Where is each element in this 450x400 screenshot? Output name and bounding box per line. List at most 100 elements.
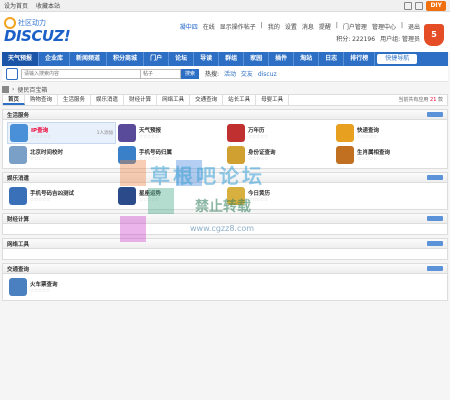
app-name[interactable]: 北京时间校时 bbox=[30, 148, 63, 156]
nav-item[interactable]: 新闻频道 bbox=[70, 52, 108, 66]
app-count-prefix: 当前共有应用 bbox=[398, 97, 429, 103]
hot-link[interactable]: discuz bbox=[258, 71, 277, 78]
app-name[interactable]: 手机号码归属 bbox=[139, 148, 172, 156]
nav-item[interactable]: 淘站 bbox=[294, 52, 320, 66]
more-icon[interactable] bbox=[427, 216, 443, 221]
empty-section bbox=[3, 249, 447, 259]
app-name[interactable]: 火车票查询 bbox=[30, 280, 58, 288]
breadcrumb-current[interactable]: 便民百宝箱 bbox=[17, 85, 47, 94]
app-text: 星座运势 ☆☆☆☆☆ bbox=[139, 189, 161, 203]
minimize-icon[interactable] bbox=[404, 1, 413, 10]
app-icon[interactable] bbox=[118, 146, 136, 164]
category-tab[interactable]: 生活服务 bbox=[58, 95, 92, 105]
quick-nav-button[interactable]: 快捷导航 bbox=[377, 54, 418, 64]
nav-item[interactable]: 企业库 bbox=[39, 52, 71, 66]
app-icon[interactable] bbox=[227, 146, 245, 164]
logo[interactable]: 社区动力 DISCUZ! bbox=[4, 17, 71, 48]
hot-link[interactable]: 活动 bbox=[224, 71, 236, 78]
app-item[interactable]: 天气预报 ☆☆☆☆☆ bbox=[116, 122, 225, 144]
logout-link[interactable]: 退出 bbox=[408, 22, 420, 31]
app-item[interactable]: 今日黄历 ☆☆☆☆☆ bbox=[225, 185, 334, 207]
app-name[interactable]: 快递查询 bbox=[357, 126, 379, 134]
app-icon[interactable] bbox=[10, 124, 28, 142]
app-text: 快递查询 ☆☆☆☆☆ bbox=[357, 126, 379, 140]
nav-item[interactable]: 导读 bbox=[194, 52, 220, 66]
app-item[interactable]: 星座运势 ☆☆☆☆☆ bbox=[116, 185, 225, 207]
user-group[interactable]: 用户组: 管理员 bbox=[380, 34, 420, 43]
app-icon[interactable] bbox=[9, 278, 27, 296]
user-link-reminders[interactable]: 提醒 bbox=[319, 22, 331, 31]
category-tab[interactable]: 娱乐消遣 bbox=[91, 95, 125, 105]
app-section: 生活服务 IP查询 ☆☆☆☆☆ 1人添加 天气预报 ☆☆☆☆☆ 万年历 ☆☆☆☆☆ 快递查询 ☆☆… bbox=[2, 109, 448, 169]
search-type-select[interactable]: 帖子 bbox=[141, 68, 181, 79]
bookmark-link[interactable]: 收藏本站 bbox=[36, 3, 60, 10]
app-item[interactable]: 手机号码吉凶测试 ☆☆☆☆☆ bbox=[7, 185, 116, 207]
app-item[interactable]: 火车票查询 ☆☆☆☆☆ bbox=[7, 276, 116, 298]
nav-item[interactable]: 门户 bbox=[144, 52, 170, 66]
app-icon[interactable] bbox=[227, 187, 245, 205]
category-tab[interactable]: 网络工具 bbox=[157, 95, 191, 105]
nav-item[interactable]: 家园 bbox=[244, 52, 270, 66]
category-tab[interactable]: 母婴工具 bbox=[256, 95, 290, 105]
user-link-settings[interactable]: 设置 bbox=[285, 22, 297, 31]
app-name[interactable]: 天气预报 bbox=[139, 126, 161, 134]
app-name[interactable]: 手机号码吉凶测试 bbox=[30, 189, 74, 197]
app-icon[interactable] bbox=[336, 146, 354, 164]
category-tab[interactable]: 财经计算 bbox=[124, 95, 158, 105]
online-status[interactable]: 在线 bbox=[203, 22, 215, 31]
app-icon[interactable] bbox=[118, 187, 136, 205]
user-link-my[interactable]: 我的 bbox=[268, 22, 280, 31]
app-item[interactable]: IP查询 ☆☆☆☆☆ 1人添加 bbox=[7, 122, 116, 144]
username-link[interactable]: 凝中四 bbox=[180, 22, 198, 31]
points[interactable]: 积分: 222196 bbox=[336, 34, 375, 43]
user-link-admin-center[interactable]: 管理中心 bbox=[372, 22, 396, 31]
user-link-messages[interactable]: 消息 bbox=[302, 22, 314, 31]
app-item[interactable]: 手机号码归属 ☆☆☆☆☆ bbox=[116, 144, 225, 166]
app-icon[interactable] bbox=[336, 124, 354, 142]
app-name[interactable]: 身份证查询 bbox=[248, 148, 276, 156]
app-item[interactable]: 生肖属相查询 ☆☆☆☆☆ bbox=[334, 144, 443, 166]
app-icon[interactable] bbox=[227, 124, 245, 142]
nav-item[interactable]: 积分商城 bbox=[107, 52, 145, 66]
app-name[interactable]: 星座运势 bbox=[139, 189, 161, 197]
set-homepage-link[interactable]: 设为首页 bbox=[4, 3, 28, 10]
app-text: 手机号码吉凶测试 ☆☆☆☆☆ bbox=[30, 189, 74, 203]
app-name[interactable]: 万年历 bbox=[248, 126, 268, 134]
nav-item[interactable]: 论坛 bbox=[169, 52, 195, 66]
app-name[interactable]: IP查询 bbox=[31, 126, 51, 134]
more-icon[interactable] bbox=[427, 112, 443, 117]
app-item[interactable]: 万年历 ☆☆☆☆☆ bbox=[225, 122, 334, 144]
app-name[interactable]: 今日黄历 bbox=[248, 189, 270, 197]
diy-button[interactable]: DIY bbox=[426, 0, 446, 11]
category-tab[interactable]: 交通查询 bbox=[190, 95, 224, 105]
app-item[interactable]: 北京时间校时 ☆☆☆☆☆ bbox=[7, 144, 116, 166]
nav-item[interactable]: 天气预报 bbox=[2, 52, 40, 66]
nav-item[interactable]: 群组 bbox=[219, 52, 245, 66]
nav-item[interactable]: 插件 bbox=[269, 52, 295, 66]
nav-item[interactable]: 日志 bbox=[319, 52, 345, 66]
nav-item[interactable]: 排行榜 bbox=[344, 52, 376, 66]
user-bar: 凝中四 在线 显示操作帖子 | 我的 设置 消息 提醒 | 门户管理 管理中心 … bbox=[180, 22, 420, 31]
category-tab[interactable]: 购物查询 bbox=[25, 95, 59, 105]
app-item[interactable]: 身份证查询 ☆☆☆☆☆ bbox=[225, 144, 334, 166]
home-icon[interactable] bbox=[2, 85, 9, 93]
search-button[interactable]: 搜索 bbox=[181, 68, 199, 79]
category-tab[interactable]: 站长工具 bbox=[223, 95, 257, 105]
search-bar: 帖子 搜索 热搜: 活动 交友 discuz bbox=[2, 66, 448, 82]
app-count-value: 21 bbox=[430, 97, 437, 103]
more-icon[interactable] bbox=[427, 266, 443, 271]
category-tab[interactable]: 首页 bbox=[3, 95, 26, 105]
more-icon[interactable] bbox=[427, 175, 443, 180]
search-input[interactable] bbox=[21, 68, 141, 79]
user-link-portal-admin[interactable]: 门户管理 bbox=[343, 22, 367, 31]
header: 社区动力 DISCUZ! 凝中四 在线 显示操作帖子 | 我的 设置 消息 提醒… bbox=[0, 12, 450, 52]
app-item[interactable]: 快递查询 ☆☆☆☆☆ bbox=[334, 122, 443, 144]
app-icon[interactable] bbox=[9, 146, 27, 164]
hot-link[interactable]: 交友 bbox=[241, 71, 253, 78]
app-icon[interactable] bbox=[118, 124, 136, 142]
app-icon[interactable] bbox=[9, 187, 27, 205]
app-name[interactable]: 生肖属相查询 bbox=[357, 148, 390, 156]
fullscreen-icon[interactable] bbox=[415, 1, 424, 10]
user-link-0[interactable]: 显示操作帖子 bbox=[220, 22, 256, 31]
more-icon[interactable] bbox=[427, 241, 443, 246]
